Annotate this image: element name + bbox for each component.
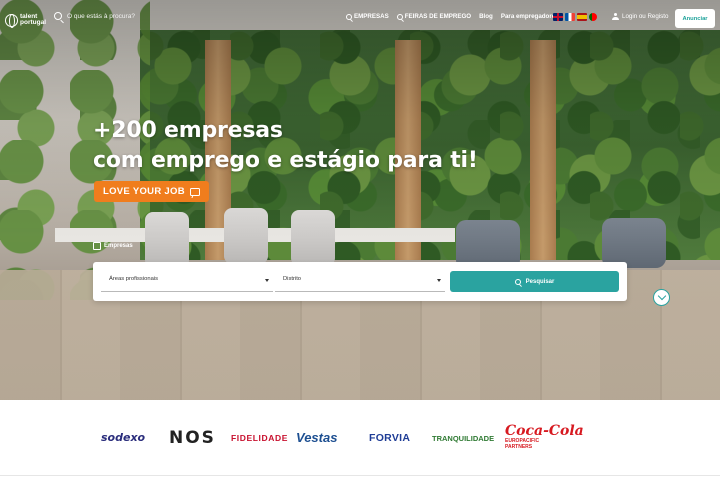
user-icon: [612, 13, 619, 20]
globe-icon: [5, 13, 18, 28]
distrito-select[interactable]: Distrito: [275, 272, 445, 292]
flag-pt-icon[interactable]: [589, 13, 597, 21]
site-logo[interactable]: talent portugal: [5, 10, 49, 30]
search-icon: [514, 278, 521, 285]
logo-coca-cola-europacific[interactable]: Coca-Cola EUROPACIFIC PARTNERS: [505, 424, 584, 450]
language-selector: [553, 13, 597, 21]
logo-fidelidade[interactable]: FIDELIDADE: [231, 433, 288, 443]
headline-line-1: +200 empresas: [93, 118, 283, 143]
divider: [0, 475, 720, 476]
search-input[interactable]: [67, 12, 167, 20]
nav-links: EMPRESAS FEIRAS DE EMPREGO Blog Para emp…: [346, 13, 559, 20]
search-icon: [396, 13, 403, 20]
flag-fr-icon[interactable]: [565, 13, 575, 21]
chevron-down-icon: [265, 279, 269, 282]
flag-es-icon[interactable]: [577, 13, 587, 21]
logo-tranquilidade[interactable]: TRANQUILIDADE: [432, 434, 494, 443]
nav-link-empregadores[interactable]: Para empregadores: [501, 13, 559, 20]
logo-text: talent portugal: [20, 12, 46, 26]
search-panel: Áreas profissionais Distrito Pesquisar: [93, 262, 627, 301]
nav-link-feiras[interactable]: FEIRAS DE EMPREGO: [396, 13, 471, 20]
headline-line-2: com emprego e estágio para ti!: [93, 148, 478, 173]
tab-empresas[interactable]: Empresas: [93, 242, 133, 250]
areas-select[interactable]: Áreas profissionais: [101, 272, 273, 292]
logo-sodexo[interactable]: sodexo: [101, 431, 145, 444]
header-search: [54, 12, 167, 20]
chevron-down-icon: [437, 279, 441, 282]
partner-logos: sodexo NOS FIDELIDADE Vestas FORVIA TRAN…: [0, 400, 720, 477]
flag-uk-icon[interactable]: [553, 13, 563, 21]
top-navbar: talent portugal EMPRESAS FEIRAS DE EMPRE…: [0, 0, 720, 38]
building-icon: [93, 242, 101, 250]
anunciar-button[interactable]: Anunciar: [675, 9, 715, 28]
nav-link-blog[interactable]: Blog: [479, 13, 493, 20]
logo-vestas[interactable]: Vestas: [296, 430, 337, 445]
logo-nos[interactable]: NOS: [169, 428, 216, 448]
nav-link-empresas[interactable]: EMPRESAS: [346, 13, 389, 20]
love-your-job-badge[interactable]: LOVE YOUR JOB: [94, 181, 209, 202]
scroll-down-button[interactable]: [653, 289, 670, 306]
pesquisar-button[interactable]: Pesquisar: [450, 271, 619, 292]
logo-forvia[interactable]: FORVIA: [369, 432, 410, 444]
chat-icon: [189, 187, 200, 196]
hero-headline: +200 empresas com emprego e estágio para…: [93, 116, 478, 176]
search-icon: [54, 12, 62, 20]
login-link[interactable]: Login ou Registo: [612, 13, 668, 20]
search-icon: [346, 13, 352, 20]
